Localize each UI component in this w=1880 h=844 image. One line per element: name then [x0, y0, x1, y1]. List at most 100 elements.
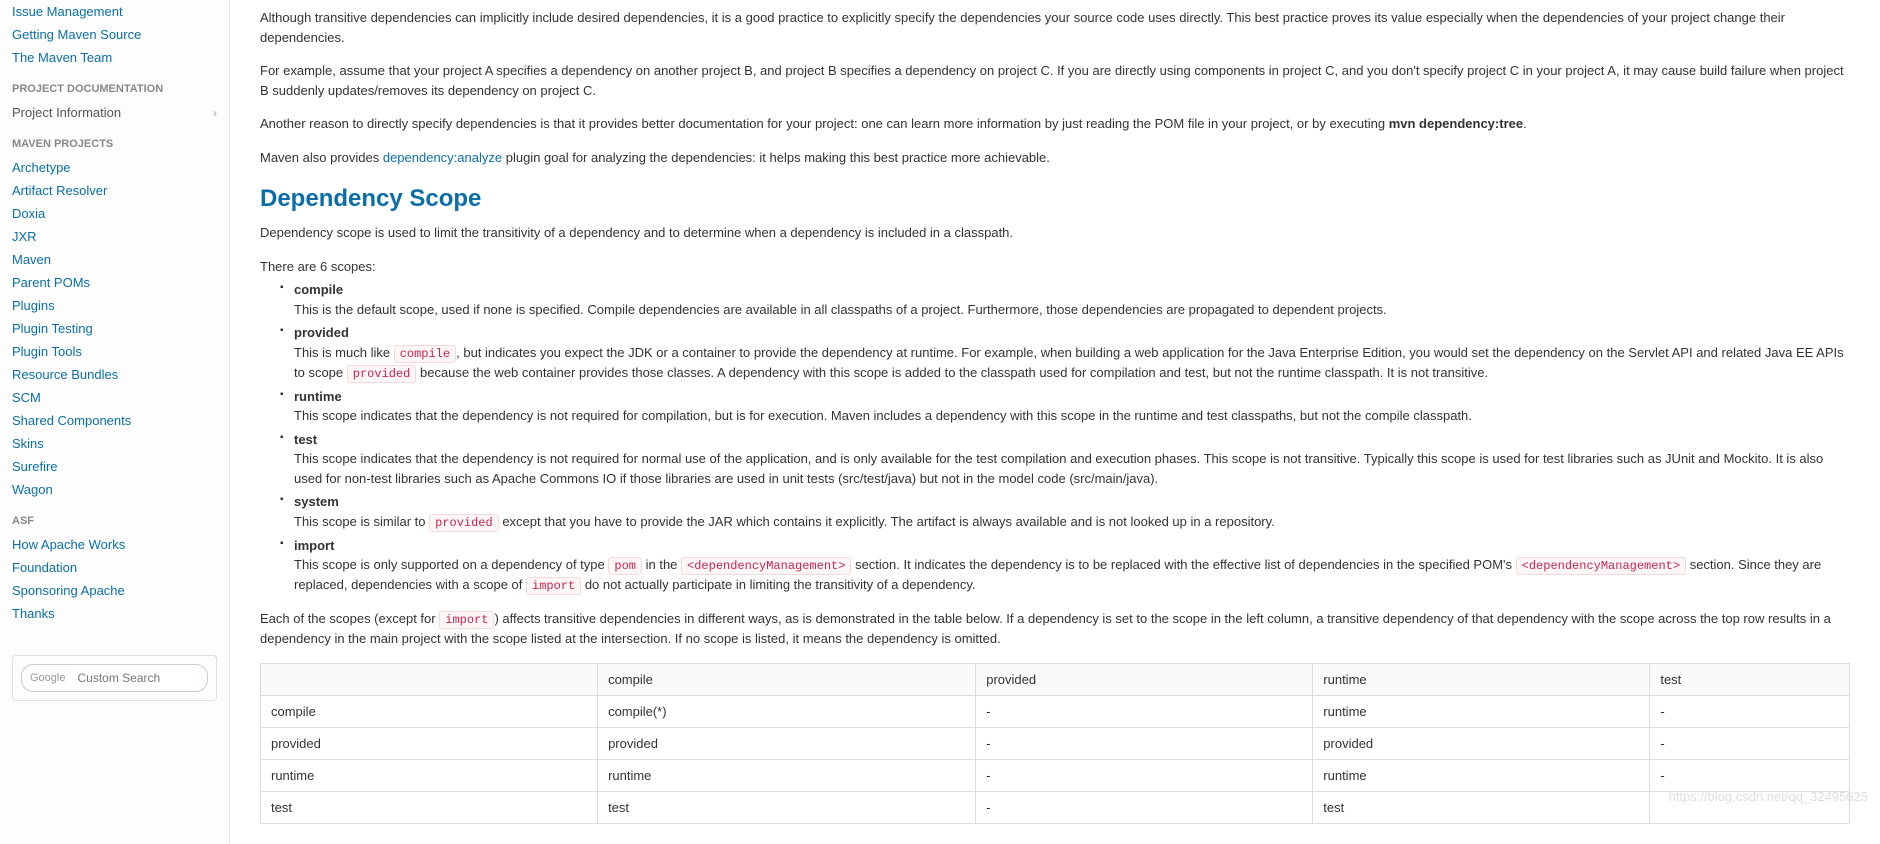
text: Maven also provides — [260, 150, 383, 165]
sidebar-link[interactable]: Issue Management — [12, 0, 217, 23]
scope-desc: This scope indicates that the dependency… — [294, 408, 1472, 423]
sidebar-link[interactable]: Parent POMs — [12, 271, 217, 294]
sidebar-link[interactable]: Surefire — [12, 455, 217, 478]
intro-paragraph: Although transitive dependencies can imp… — [260, 8, 1850, 47]
table-header: provided — [976, 663, 1313, 695]
sidebar-link[interactable]: Artifact Resolver — [12, 179, 217, 202]
text: ) affects transitive dependencies in dif… — [260, 611, 1831, 646]
text: This is much like — [294, 345, 394, 360]
table-header-row: compile provided runtime test — [261, 663, 1850, 695]
list-item: test This scope indicates that the depen… — [280, 430, 1850, 489]
text: because the web container provides those… — [416, 365, 1488, 380]
example-paragraph: For example, assume that your project A … — [260, 61, 1850, 100]
sidebar-link[interactable]: Archetype — [12, 156, 217, 179]
sidebar-link[interactable]: Plugin Tools — [12, 340, 217, 363]
table-cell: test — [598, 791, 976, 823]
sidebar-link[interactable]: The Maven Team — [12, 46, 217, 69]
text: do not actually participate in limiting … — [581, 577, 975, 592]
table-cell — [1650, 791, 1850, 823]
dependency-analyze-link[interactable]: dependency:analyze — [383, 150, 502, 165]
sidebar-section-maven-projects: MAVEN PROJECTS — [12, 138, 217, 150]
table-cell: test — [1313, 791, 1650, 823]
table-header: runtime — [1313, 663, 1650, 695]
code-inline: <dependencyManagement> — [681, 557, 851, 575]
sidebar-link[interactable]: Skins — [12, 432, 217, 455]
text: plugin goal for analyzing the dependenci… — [502, 150, 1050, 165]
sidebar-link[interactable]: Maven — [12, 248, 217, 271]
search-container: Google — [12, 655, 217, 701]
table-row: provided provided - provided - — [261, 727, 1850, 759]
text: Another reason to directly specify depen… — [260, 116, 1389, 131]
search-brand: Google — [30, 672, 65, 684]
sidebar-link[interactable]: Foundation — [12, 556, 217, 579]
scope-desc: This is the default scope, used if none … — [294, 302, 1387, 317]
table-cell: test — [261, 791, 598, 823]
table-row: runtime runtime - runtime - — [261, 759, 1850, 791]
sidebar-item-project-information[interactable]: Project Information › — [12, 101, 217, 124]
code-inline: <dependencyManagement> — [1516, 557, 1686, 575]
scope-name-compile: compile — [294, 280, 1850, 300]
sidebar-link[interactable]: JXR — [12, 225, 217, 248]
code-inline: pom — [608, 557, 642, 575]
table-cell: - — [1650, 759, 1850, 791]
sidebar-link[interactable]: Plugin Testing — [12, 317, 217, 340]
table-cell: - — [976, 791, 1313, 823]
chevron-right-icon: › — [213, 106, 217, 120]
table-cell: - — [1650, 727, 1850, 759]
table-row: compile compile(*) - runtime - — [261, 695, 1850, 727]
table-intro: Each of the scopes (except for import) a… — [260, 609, 1850, 649]
table-cell: compile — [261, 695, 598, 727]
scope-list: compile This is the default scope, used … — [280, 280, 1850, 595]
table-header — [261, 663, 598, 695]
list-item: system This scope is similar to provided… — [280, 492, 1850, 532]
scope-intro: Dependency scope is used to limit the tr… — [260, 223, 1850, 243]
scope-table: compile provided runtime test compile co… — [260, 663, 1850, 824]
table-cell: - — [1650, 695, 1850, 727]
sidebar-link[interactable]: Resource Bundles — [12, 363, 217, 386]
scope-desc: This scope indicates that the dependency… — [294, 451, 1823, 486]
table-cell: runtime — [598, 759, 976, 791]
table-cell: - — [976, 727, 1313, 759]
table-cell: - — [976, 759, 1313, 791]
scope-name-system: system — [294, 492, 1850, 512]
sidebar-link[interactable]: SCM — [12, 386, 217, 409]
sidebar-item-label: Project Information — [12, 105, 121, 120]
text: Each of the scopes (except for — [260, 611, 439, 626]
scope-name-test: test — [294, 430, 1850, 450]
code-inline: provided — [347, 365, 417, 383]
scope-name-provided: provided — [294, 323, 1850, 343]
sidebar-link[interactable]: How Apache Works — [12, 533, 217, 556]
text: This scope is only supported on a depend… — [294, 557, 608, 572]
text: This scope is similar to — [294, 514, 429, 529]
table-header: test — [1650, 663, 1850, 695]
list-item: provided This is much like compile, but … — [280, 323, 1850, 383]
table-row: test test - test — [261, 791, 1850, 823]
table-cell: provided — [598, 727, 976, 759]
code-inline: provided — [429, 514, 499, 532]
code-inline: import — [526, 577, 581, 595]
section-heading-dependency-scope: Dependency Scope — [260, 185, 1850, 213]
code-inline: compile — [394, 345, 456, 363]
sidebar-link[interactable]: Wagon — [12, 478, 217, 501]
search-input[interactable] — [69, 667, 199, 689]
table-cell: - — [976, 695, 1313, 727]
text: . — [1523, 116, 1527, 131]
text: section. It indicates the dependency is … — [851, 557, 1515, 572]
sidebar-link[interactable]: Thanks — [12, 602, 217, 625]
list-item: runtime This scope indicates that the de… — [280, 387, 1850, 426]
sidebar-link[interactable]: Sponsoring Apache — [12, 579, 217, 602]
table-cell: compile(*) — [598, 695, 976, 727]
sidebar-link[interactable]: Shared Components — [12, 409, 217, 432]
sidebar-section-asf: ASF — [12, 515, 217, 527]
scope-count: There are 6 scopes: — [260, 257, 1850, 277]
sidebar-link[interactable]: Doxia — [12, 202, 217, 225]
sidebar-link[interactable]: Getting Maven Source — [12, 23, 217, 46]
code-inline: import — [439, 611, 494, 629]
text: in the — [642, 557, 681, 572]
text: except that you have to provide the JAR … — [499, 514, 1275, 529]
analyze-paragraph: Maven also provides dependency:analyze p… — [260, 148, 1850, 168]
sidebar-link[interactable]: Plugins — [12, 294, 217, 317]
scope-name-runtime: runtime — [294, 387, 1850, 407]
table-cell: runtime — [1313, 695, 1650, 727]
table-cell: provided — [1313, 727, 1650, 759]
